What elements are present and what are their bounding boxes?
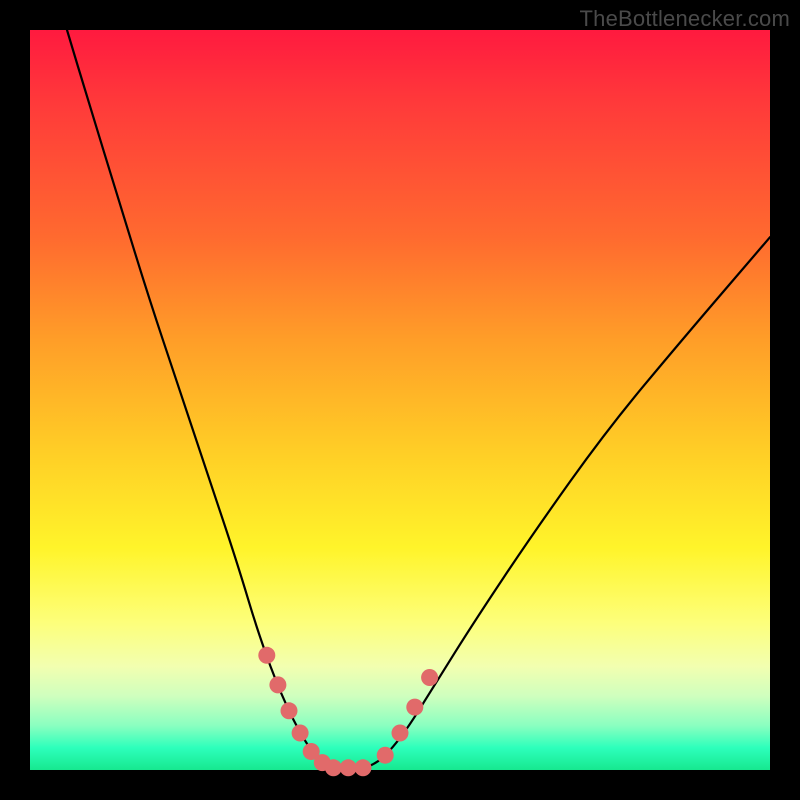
watermark-text: TheBottlenecker.com (580, 6, 790, 32)
bottleneck-curve (67, 30, 770, 770)
marker-dot (292, 725, 309, 742)
marker-dots (258, 647, 438, 777)
marker-dot (421, 669, 438, 686)
plot-area (30, 30, 770, 770)
marker-dot (258, 647, 275, 664)
marker-dot (392, 725, 409, 742)
marker-dot (340, 759, 357, 776)
marker-dot (406, 699, 423, 716)
marker-dot (355, 759, 372, 776)
marker-dot (325, 759, 342, 776)
marker-dot (269, 676, 286, 693)
marker-dot (377, 747, 394, 764)
chart-overlay (30, 30, 770, 770)
marker-dot (281, 702, 298, 719)
chart-frame: TheBottlenecker.com (0, 0, 800, 800)
